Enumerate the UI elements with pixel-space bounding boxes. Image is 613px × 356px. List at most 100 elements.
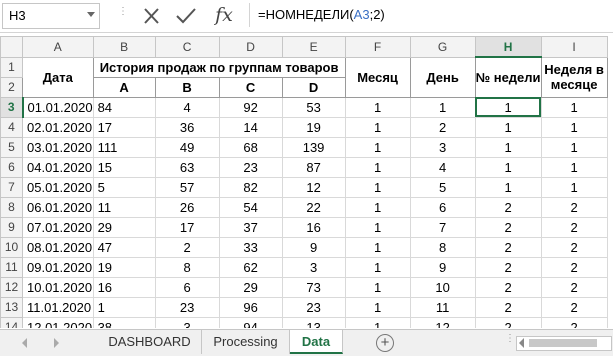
cell-a[interactable]: 08.01.2020 bbox=[22, 236, 94, 258]
cancel-button[interactable] bbox=[138, 4, 164, 28]
cell-i[interactable]: 2 bbox=[540, 216, 608, 238]
cell-i[interactable]: 2 bbox=[540, 196, 608, 218]
column-header-c[interactable]: C bbox=[154, 36, 220, 58]
header-month[interactable]: Месяц bbox=[344, 56, 411, 98]
cell-f[interactable]: 1 bbox=[344, 256, 411, 278]
cell-a[interactable]: 11.01.2020 bbox=[22, 296, 94, 318]
cell-f[interactable]: 1 bbox=[344, 236, 411, 258]
cell-f[interactable]: 1 bbox=[344, 276, 411, 298]
tab-splitter-icon[interactable]: ⋮ bbox=[505, 334, 515, 349]
cell-i[interactable]: 1 bbox=[540, 136, 608, 158]
cell-h[interactable]: 2 bbox=[474, 196, 542, 218]
scroll-tabs-left-icon[interactable] bbox=[22, 338, 27, 348]
cell-a[interactable]: 03.01.2020 bbox=[22, 136, 94, 158]
cell-b[interactable]: 47 bbox=[92, 236, 156, 258]
cell-b[interactable]: 11 bbox=[92, 196, 156, 218]
cell-d[interactable]: 23 bbox=[218, 156, 283, 178]
cell-i[interactable]: 1 bbox=[540, 156, 608, 178]
cell-f[interactable]: 1 bbox=[344, 296, 411, 318]
cell-f[interactable]: 1 bbox=[344, 116, 411, 138]
cell-b[interactable]: 15 bbox=[92, 156, 156, 178]
select-all-corner[interactable] bbox=[0, 36, 23, 58]
cell-h[interactable]: 1 bbox=[474, 116, 542, 138]
row-header[interactable]: 6 bbox=[0, 156, 23, 178]
row-header[interactable]: 5 bbox=[0, 136, 23, 158]
cell-d[interactable]: 29 bbox=[218, 276, 283, 298]
cell-e[interactable]: 16 bbox=[281, 216, 346, 238]
column-header-d[interactable]: D bbox=[218, 36, 283, 58]
cell-a[interactable]: 06.01.2020 bbox=[22, 196, 94, 218]
cell-h[interactable]: 1 bbox=[474, 176, 542, 198]
header-week-number[interactable]: № недели bbox=[474, 56, 542, 98]
cell-g[interactable]: 3 bbox=[409, 136, 476, 158]
cell-e[interactable]: 12 bbox=[281, 176, 346, 198]
cell-h[interactable]: 1 bbox=[474, 156, 542, 178]
row-header-1[interactable]: 1 bbox=[0, 56, 23, 78]
cell-e[interactable]: 3 bbox=[281, 256, 346, 278]
cell-g[interactable]: 5 bbox=[409, 176, 476, 198]
cell-c[interactable]: 23 bbox=[154, 296, 220, 318]
column-header-g[interactable]: G bbox=[409, 36, 476, 58]
cell-e[interactable]: 13 bbox=[281, 316, 346, 328]
column-header-b[interactable]: B bbox=[92, 36, 156, 58]
cell-i[interactable]: 2 bbox=[540, 236, 608, 258]
cell-c[interactable]: 3 bbox=[154, 316, 220, 328]
cell-c[interactable]: 8 bbox=[154, 256, 220, 278]
cell-a[interactable]: 05.01.2020 bbox=[22, 176, 94, 198]
cell-c[interactable]: 49 bbox=[154, 136, 220, 158]
cell-i[interactable]: 2 bbox=[540, 316, 608, 328]
header-group-c[interactable]: C bbox=[218, 76, 283, 98]
cell-b[interactable]: 1 bbox=[92, 296, 156, 318]
cell-h[interactable]: 2 bbox=[474, 256, 542, 278]
cell-b[interactable]: 111 bbox=[92, 136, 156, 158]
cell-i[interactable]: 1 bbox=[540, 116, 608, 138]
row-header[interactable]: 14 bbox=[0, 316, 23, 328]
header-group-a[interactable]: A bbox=[92, 76, 156, 98]
cell-g[interactable]: 7 bbox=[409, 216, 476, 238]
row-header[interactable]: 9 bbox=[0, 216, 23, 238]
cell-f[interactable]: 1 bbox=[344, 216, 411, 238]
cell-d[interactable]: 62 bbox=[218, 256, 283, 278]
cell-c[interactable]: 63 bbox=[154, 156, 220, 178]
cell-h[interactable]: 2 bbox=[474, 296, 542, 318]
cell-d[interactable]: 96 bbox=[218, 296, 283, 318]
sheet-tab-dashboard[interactable]: DASHBOARD bbox=[98, 330, 202, 354]
cell-h[interactable]: 1 bbox=[474, 96, 542, 118]
cell-g[interactable]: 4 bbox=[409, 156, 476, 178]
add-sheet-button[interactable]: + bbox=[376, 334, 394, 352]
cell-e[interactable]: 73 bbox=[281, 276, 346, 298]
cell-h[interactable]: 2 bbox=[474, 316, 542, 328]
cell-g[interactable]: 12 bbox=[409, 316, 476, 328]
cell-i[interactable]: 2 bbox=[540, 276, 608, 298]
cell-e[interactable]: 9 bbox=[281, 236, 346, 258]
cell-d[interactable]: 54 bbox=[218, 196, 283, 218]
cell-a[interactable]: 01.01.2020 bbox=[22, 96, 94, 118]
cell-b[interactable]: 17 bbox=[92, 116, 156, 138]
cell-f[interactable]: 1 bbox=[344, 136, 411, 158]
enter-button[interactable] bbox=[173, 4, 199, 28]
cell-e[interactable]: 53 bbox=[281, 96, 346, 118]
cell-f[interactable]: 1 bbox=[344, 176, 411, 198]
cell-c[interactable]: 57 bbox=[154, 176, 220, 198]
row-header[interactable]: 7 bbox=[0, 176, 23, 198]
column-header-f[interactable]: F bbox=[344, 36, 411, 58]
cell-i[interactable]: 1 bbox=[540, 176, 608, 198]
drag-handle-icon[interactable]: ⋮ bbox=[118, 7, 128, 22]
cell-c[interactable]: 36 bbox=[154, 116, 220, 138]
cell-b[interactable]: 84 bbox=[92, 96, 156, 118]
cell-c[interactable]: 17 bbox=[154, 216, 220, 238]
cell-d[interactable]: 82 bbox=[218, 176, 283, 198]
cell-i[interactable]: 1 bbox=[540, 96, 608, 118]
sheet-tab-data[interactable]: Data bbox=[290, 330, 343, 354]
cell-g[interactable]: 9 bbox=[409, 256, 476, 278]
cell-g[interactable]: 6 bbox=[409, 196, 476, 218]
sheet-tab-processing[interactable]: Processing bbox=[202, 330, 290, 354]
name-box-dropdown-icon[interactable] bbox=[87, 12, 95, 17]
scroll-left-icon[interactable] bbox=[519, 338, 524, 348]
cell-h[interactable]: 1 bbox=[474, 136, 542, 158]
cell-e[interactable]: 139 bbox=[281, 136, 346, 158]
cell-a[interactable]: 07.01.2020 bbox=[22, 216, 94, 238]
cell-f[interactable]: 1 bbox=[344, 316, 411, 328]
column-header-i[interactable]: I bbox=[540, 36, 608, 58]
row-header-2[interactable]: 2 bbox=[0, 76, 23, 98]
